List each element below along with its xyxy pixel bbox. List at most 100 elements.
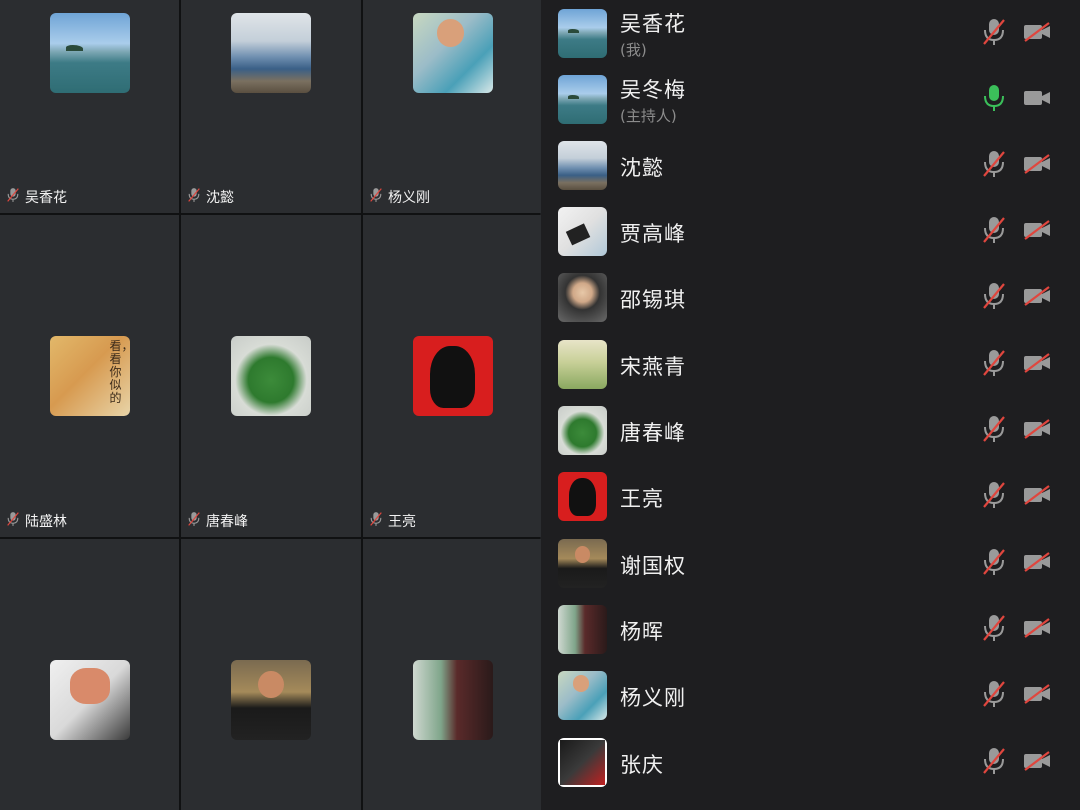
participant-avatar bbox=[231, 336, 311, 416]
sea-icon bbox=[49, 13, 130, 93]
camera-off-icon[interactable] bbox=[1022, 352, 1052, 374]
video-tile[interactable]: 看，看你似的 陆盛林 bbox=[0, 215, 179, 537]
camera-off-icon[interactable] bbox=[1022, 484, 1052, 506]
member-row[interactable]: 王亮 bbox=[541, 463, 1080, 529]
garden-icon bbox=[412, 660, 493, 740]
participant-avatar bbox=[231, 660, 311, 740]
mountain-icon bbox=[558, 141, 607, 190]
participant-avatar bbox=[49, 660, 130, 740]
mic-muted-icon[interactable] bbox=[981, 348, 1007, 378]
member-name: 吴冬梅 bbox=[620, 78, 686, 102]
camera-off-icon[interactable] bbox=[1022, 617, 1052, 639]
participant-name: 唐春峰 bbox=[206, 514, 248, 530]
participant-name: 吴香花 bbox=[25, 190, 67, 206]
mic-muted-icon[interactable] bbox=[981, 746, 1007, 776]
camera-off-icon[interactable] bbox=[1022, 219, 1052, 241]
garden-icon bbox=[558, 605, 607, 654]
member-row[interactable]: 张庆 bbox=[541, 729, 1080, 795]
member-row[interactable]: 谢国权 bbox=[541, 530, 1080, 596]
video-tile[interactable]: 沈懿 bbox=[181, 0, 361, 213]
member-avatar bbox=[558, 75, 607, 124]
member-name: 吴香花 bbox=[620, 12, 686, 36]
member-avatar bbox=[558, 472, 607, 521]
plant-icon bbox=[231, 336, 311, 416]
member-row[interactable]: 沈懿 bbox=[541, 132, 1080, 198]
mic-muted-icon[interactable] bbox=[981, 281, 1007, 311]
video-tile[interactable]: 杨义刚 bbox=[363, 0, 542, 213]
kid-icon bbox=[558, 273, 607, 322]
member-name: 杨晖 bbox=[620, 620, 664, 644]
participant-name: 沈懿 bbox=[206, 190, 234, 206]
video-grid: 吴香花 沈懿 杨义刚看，看你似的 陆盛林 唐春峰 王亮 bbox=[0, 0, 542, 810]
video-tile[interactable] bbox=[181, 539, 361, 810]
baby-icon bbox=[558, 671, 607, 720]
video-tile[interactable] bbox=[0, 539, 179, 810]
mic-muted-icon[interactable] bbox=[981, 149, 1007, 179]
mic-muted-icon[interactable] bbox=[981, 613, 1007, 643]
member-row[interactable]: 贾高峰 bbox=[541, 198, 1080, 264]
mic-muted-icon[interactable] bbox=[981, 547, 1007, 577]
member-name: 宋燕青 bbox=[620, 355, 686, 379]
mic-muted-icon[interactable] bbox=[981, 17, 1007, 47]
participant-name-tag: 王亮 bbox=[369, 510, 416, 532]
camera-off-icon[interactable] bbox=[1022, 683, 1052, 705]
mic-muted-icon[interactable] bbox=[981, 215, 1007, 245]
camera-off-icon[interactable] bbox=[1022, 750, 1052, 772]
mic-muted-icon bbox=[187, 511, 201, 531]
participant-avatar bbox=[412, 13, 493, 93]
member-avatar bbox=[558, 671, 607, 720]
member-name: 谢国权 bbox=[620, 554, 686, 578]
video-tile[interactable] bbox=[363, 539, 542, 810]
video-tile[interactable]: 王亮 bbox=[363, 215, 542, 537]
bike-icon bbox=[558, 738, 607, 787]
man-icon bbox=[231, 660, 311, 740]
member-list: 吴香花 (我) 吴冬梅 (主持人) 沈懿 贾高峰 邵锡琪 宋燕青 唐春峰 王亮 … bbox=[541, 0, 1080, 810]
mic-muted-icon bbox=[6, 187, 20, 207]
camera-off-icon[interactable] bbox=[1022, 418, 1052, 440]
member-avatar bbox=[558, 340, 607, 389]
member-role: (我) bbox=[620, 41, 647, 59]
camera-off-icon[interactable] bbox=[1022, 153, 1052, 175]
cat-icon: 看，看你似的 bbox=[49, 336, 130, 416]
mic-on-icon[interactable] bbox=[981, 83, 1007, 113]
member-avatar bbox=[558, 738, 607, 787]
mic-muted-icon bbox=[6, 511, 20, 531]
camera-on-icon[interactable] bbox=[1022, 87, 1052, 109]
member-avatar bbox=[558, 9, 607, 58]
participant-name: 陆盛林 bbox=[25, 514, 67, 530]
meadow-icon bbox=[558, 340, 607, 389]
participant-name: 王亮 bbox=[388, 514, 416, 530]
man-icon bbox=[558, 539, 607, 588]
participant-name-tag: 沈懿 bbox=[187, 186, 234, 208]
member-row[interactable]: 杨义刚 bbox=[541, 662, 1080, 728]
member-name: 邵锡琪 bbox=[620, 288, 686, 312]
member-name: 沈懿 bbox=[620, 156, 664, 180]
member-avatar bbox=[558, 207, 607, 256]
mic-muted-icon[interactable] bbox=[981, 679, 1007, 709]
snow-icon bbox=[558, 207, 607, 256]
participant-name-tag: 陆盛林 bbox=[6, 510, 67, 532]
member-row[interactable]: 吴香花 (我) bbox=[541, 0, 1080, 66]
member-row[interactable]: 吴冬梅 (主持人) bbox=[541, 66, 1080, 132]
member-row[interactable]: 宋燕青 bbox=[541, 331, 1080, 397]
camera-off-icon[interactable] bbox=[1022, 551, 1052, 573]
participant-name-tag: 唐春峰 bbox=[187, 510, 248, 532]
mic-muted-icon[interactable] bbox=[981, 480, 1007, 510]
member-avatar bbox=[558, 141, 607, 190]
che-icon bbox=[412, 336, 493, 416]
mic-muted-icon[interactable] bbox=[981, 414, 1007, 444]
mountain-icon bbox=[231, 13, 311, 93]
camera-off-icon[interactable] bbox=[1022, 285, 1052, 307]
che-icon bbox=[558, 472, 607, 521]
participant-avatar: 看，看你似的 bbox=[49, 336, 130, 416]
member-row[interactable]: 邵锡琪 bbox=[541, 264, 1080, 330]
member-name: 杨义刚 bbox=[620, 686, 686, 710]
member-name: 贾高峰 bbox=[620, 222, 686, 246]
member-row[interactable]: 杨晖 bbox=[541, 596, 1080, 662]
video-tile[interactable]: 唐春峰 bbox=[181, 215, 361, 537]
camera-off-icon[interactable] bbox=[1022, 21, 1052, 43]
video-tile[interactable]: 吴香花 bbox=[0, 0, 179, 213]
member-avatar bbox=[558, 406, 607, 455]
member-row[interactable]: 唐春峰 bbox=[541, 397, 1080, 463]
participant-name-tag: 吴香花 bbox=[6, 186, 67, 208]
